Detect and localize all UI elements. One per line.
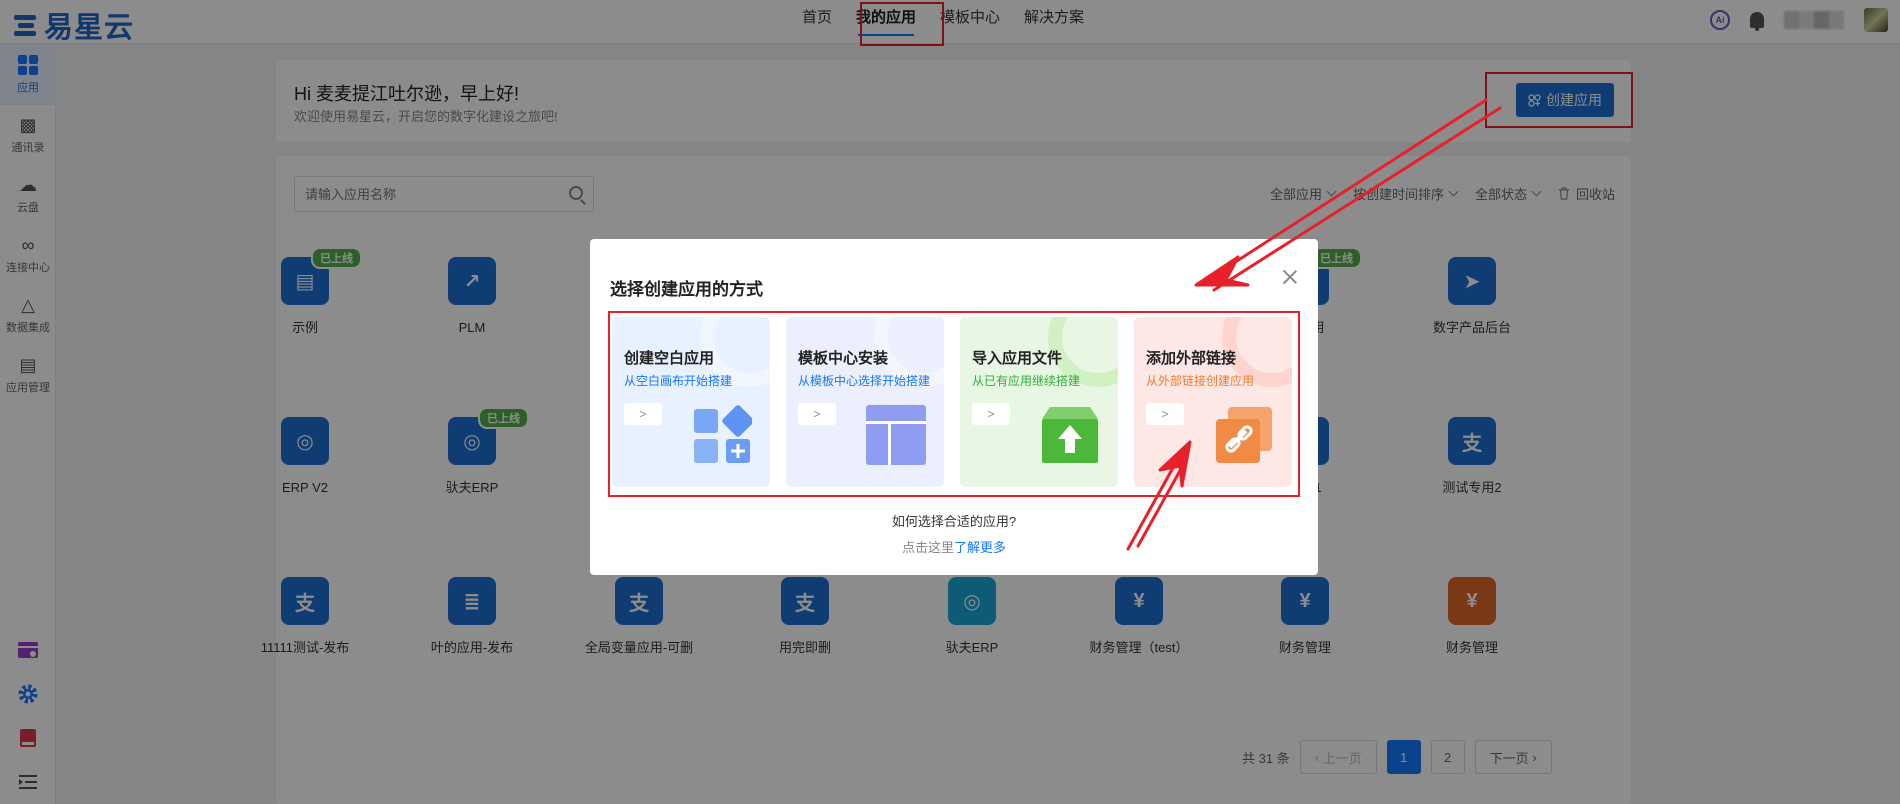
close-icon[interactable] <box>1282 269 1298 285</box>
help-line: 点击这里了解更多 <box>590 537 1318 556</box>
modal-title: 选择创建应用的方式 <box>610 280 763 299</box>
help-question: 如何选择合适的应用? <box>891 514 1017 529</box>
learn-more-link[interactable]: 了解更多 <box>954 540 1006 555</box>
create-app-modal: 选择创建应用的方式 创建空白应用 从空白画布开始搭建 > 模板中心安装 从模板中… <box>590 239 1318 575</box>
annotation-highlight-options <box>608 311 1300 497</box>
help-prefix: 点击这里 <box>901 540 954 555</box>
